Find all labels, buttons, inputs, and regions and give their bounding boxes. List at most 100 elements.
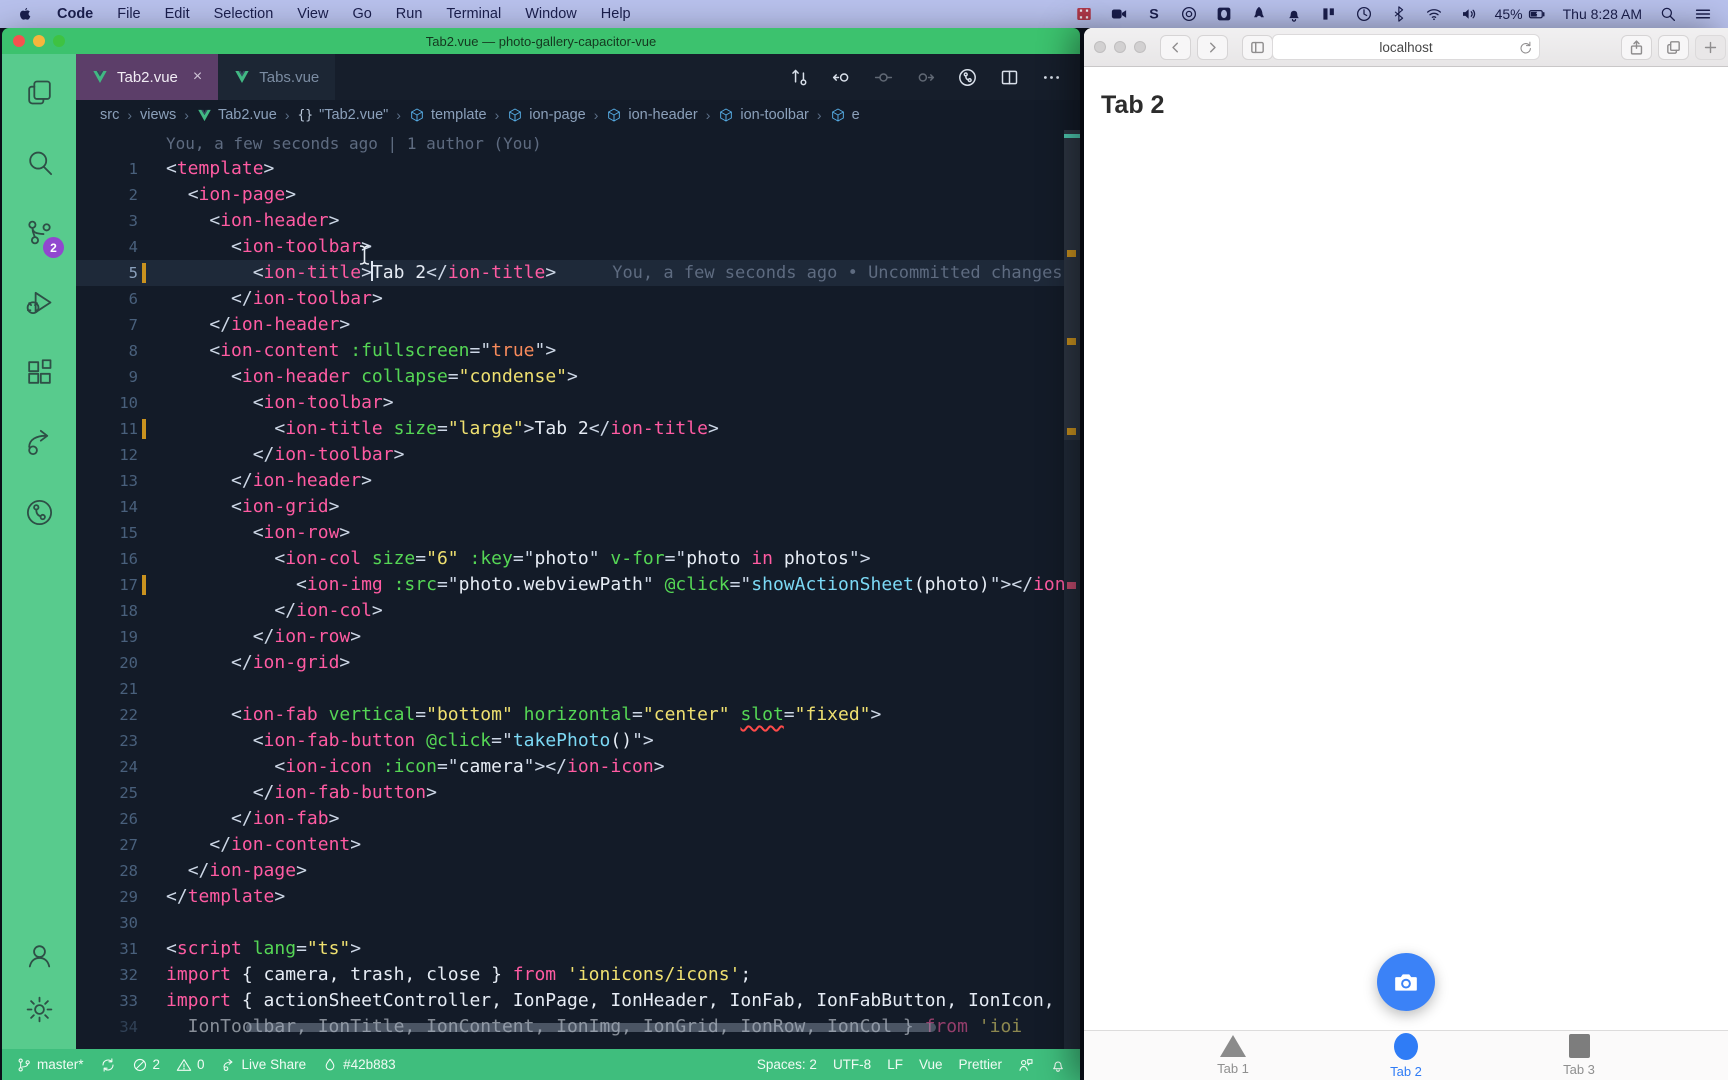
action-change[interactable] (873, 67, 894, 88)
status-item-utf-8[interactable]: UTF-8 (833, 1057, 871, 1072)
breadcrumb-item[interactable]: ion-header (606, 107, 697, 123)
code-line-17[interactable]: 17 <ion-img :src="photo.webviewPath" @cl… (76, 572, 1080, 598)
status-item-error[interactable]: 2 (132, 1057, 161, 1073)
code-line-7[interactable]: 7 </ion-header> (76, 312, 1080, 338)
sidebar-toggle-button[interactable] (1242, 35, 1273, 60)
breadcrumb-item[interactable]: template (409, 107, 487, 123)
menu-item-code[interactable]: Code (57, 6, 93, 22)
breadcrumb-item[interactable]: Tab2.vue (197, 107, 277, 123)
apple-menu[interactable] (16, 6, 33, 23)
code-line-6[interactable]: 6 </ion-toolbar> (76, 286, 1080, 312)
editor-tab-tabs.vue[interactable]: Tabs.vue (218, 54, 335, 100)
code-line-22[interactable]: 22 <ion-fab vertical="bottom" horizontal… (76, 702, 1080, 728)
menu-item-window[interactable]: Window (525, 6, 577, 22)
vertical-scrollbar-thumb[interactable] (1064, 130, 1080, 440)
status-spotlight[interactable] (1659, 5, 1677, 23)
status-text[interactable]: Thu 8:28 AM (1563, 6, 1642, 22)
status-item-paint[interactable]: #42b883 (322, 1057, 396, 1073)
minimize-window-button[interactable] (1114, 41, 1126, 53)
code-line-21[interactable]: 21 (76, 676, 1080, 702)
action-split-editor[interactable] (999, 67, 1020, 88)
status-item-vue[interactable]: Vue (919, 1057, 943, 1072)
code-line-33[interactable]: 33import { actionSheetController, IonPag… (76, 988, 1080, 1014)
breadcrumb-item[interactable]: views (140, 107, 176, 123)
breadcrumb-item[interactable]: ion-page (507, 107, 585, 123)
status-bluetooth[interactable] (1390, 5, 1408, 23)
status-battery[interactable]: 45% (1495, 5, 1546, 23)
activity-settings[interactable] (16, 987, 62, 1031)
menu-item-edit[interactable]: Edit (165, 6, 190, 22)
code-line-1[interactable]: 1<template> (76, 156, 1080, 182)
breadcrumb-item[interactable]: {}"Tab2.vue" (297, 107, 388, 123)
close-tab-icon[interactable]: × (193, 68, 202, 86)
status-item-branch[interactable]: master* (16, 1057, 84, 1073)
code-line-14[interactable]: 14 <ion-grid> (76, 494, 1080, 520)
code-line-15[interactable]: 15 <ion-row> (76, 520, 1080, 546)
code-line-23[interactable]: 23 <ion-fab-button @click="takePhoto()"> (76, 728, 1080, 754)
close-window-button[interactable] (13, 35, 25, 47)
overview-ruler[interactable] (1064, 130, 1080, 1049)
code-line-27[interactable]: 27 </ion-content> (76, 832, 1080, 858)
activity-files[interactable] (16, 70, 62, 114)
app-tab-tab-1[interactable]: Tab 1 (1147, 1031, 1320, 1080)
status-item-bell[interactable] (1050, 1057, 1066, 1073)
close-window-button[interactable] (1094, 41, 1106, 53)
code-line-19[interactable]: 19 </ion-row> (76, 624, 1080, 650)
status-videocam[interactable] (1110, 5, 1128, 23)
editor-tab-tab2.vue[interactable]: Tab2.vue× (76, 54, 218, 100)
code-line-13[interactable]: 13 </ion-header> (76, 468, 1080, 494)
code-line-30[interactable]: 30 (76, 910, 1080, 936)
minimize-window-button[interactable] (33, 35, 45, 47)
activity-account[interactable] (16, 933, 62, 977)
activity-debug[interactable] (16, 280, 62, 324)
status-volume[interactable] (1460, 5, 1478, 23)
status-item-sync[interactable] (100, 1057, 116, 1073)
take-photo-fab-button[interactable] (1377, 953, 1435, 1011)
menu-item-run[interactable]: Run (396, 6, 423, 22)
code-line-25[interactable]: 25 </ion-fab-button> (76, 780, 1080, 806)
status-rocket[interactable] (1250, 5, 1268, 23)
menu-item-view[interactable]: View (297, 6, 328, 22)
status-item-prettier[interactable]: Prettier (958, 1057, 1002, 1072)
code-line-10[interactable]: 10 <ion-toolbar> (76, 390, 1080, 416)
share-button[interactable] (1621, 35, 1652, 60)
menu-item-terminal[interactable]: Terminal (446, 6, 501, 22)
status-item-liveshare-sm[interactable]: Live Share (221, 1057, 307, 1073)
zoom-window-button[interactable] (1134, 41, 1146, 53)
status-film[interactable] (1075, 5, 1093, 23)
status-wifi[interactable] (1425, 5, 1443, 23)
menu-item-file[interactable]: File (117, 6, 140, 22)
safari-window-controls[interactable] (1094, 41, 1146, 53)
activity-source-control[interactable]: 2 (16, 210, 62, 254)
app-tab-tab-3[interactable]: Tab 3 (1493, 1031, 1666, 1080)
status-oval[interactable] (1215, 5, 1233, 23)
code-line-32[interactable]: 32import { camera, trash, close } from '… (76, 962, 1080, 988)
tabs-overview-button[interactable] (1658, 35, 1689, 60)
menu-item-go[interactable]: Go (352, 6, 371, 22)
action-open-changes[interactable] (789, 67, 810, 88)
breadcrumb-item[interactable]: src (100, 107, 119, 123)
code-line-28[interactable]: 28 </ion-page> (76, 858, 1080, 884)
menu-item-help[interactable]: Help (601, 6, 631, 22)
code-line-29[interactable]: 29</template> (76, 884, 1080, 910)
action-prev-change[interactable] (831, 67, 852, 88)
horizontal-scrollbar[interactable] (246, 1023, 936, 1032)
menu-item-selection[interactable]: Selection (214, 6, 274, 22)
zoom-window-button[interactable] (53, 35, 65, 47)
status-item-feedback[interactable] (1018, 1057, 1034, 1073)
forward-button[interactable] (1197, 35, 1228, 60)
code-line-9[interactable]: 9 <ion-header collapse="condense"> (76, 364, 1080, 390)
code-line-16[interactable]: 16 <ion-col size="6" :key="photo" v-for=… (76, 546, 1080, 572)
status-s-letter[interactable]: S (1145, 5, 1163, 23)
breadcrumb-item[interactable]: ion-toolbar (718, 107, 809, 123)
address-bar[interactable]: localhost (1272, 34, 1540, 60)
back-button[interactable] (1160, 35, 1191, 60)
code-line-31[interactable]: 31<script lang="ts"> (76, 936, 1080, 962)
code-line-26[interactable]: 26 </ion-fab> (76, 806, 1080, 832)
status-clock[interactable] (1355, 5, 1373, 23)
reload-icon[interactable] (1518, 40, 1533, 55)
code-editor[interactable]: You, a few seconds ago | 1 author (You) … (76, 130, 1080, 1049)
activity-search[interactable] (16, 140, 62, 184)
activity-gitlens[interactable] (16, 490, 62, 534)
code-line-5[interactable]: 5 <ion-title>Tab 2</ion-title>You, a few… (76, 260, 1080, 286)
